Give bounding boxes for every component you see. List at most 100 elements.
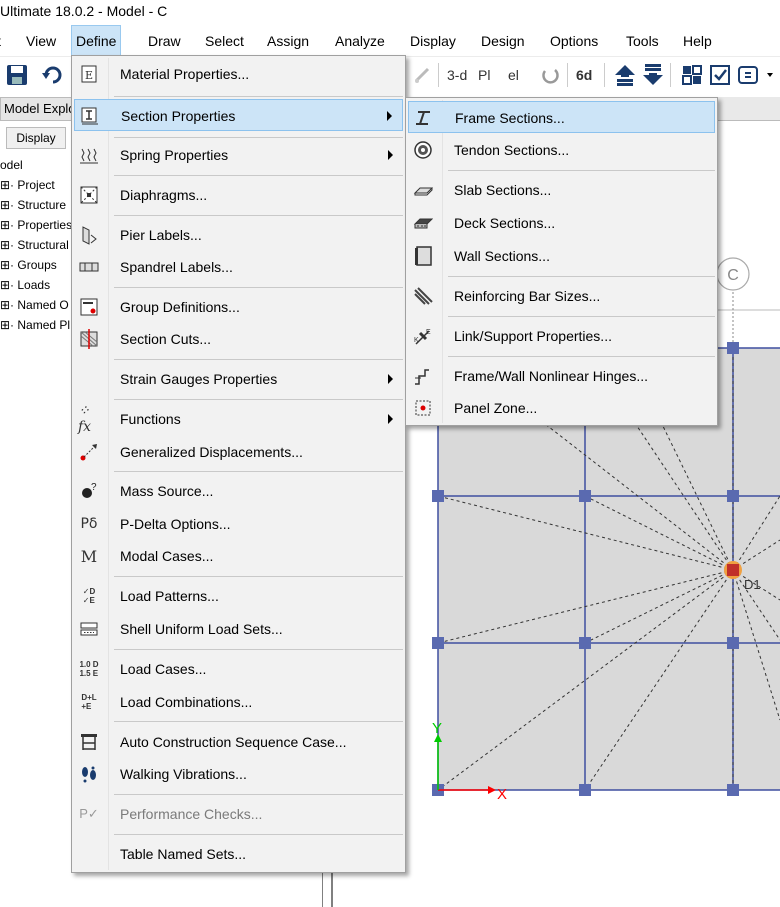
menu-item-spandrel-labels[interactable]: Spandrel Labels... bbox=[74, 251, 403, 283]
svg-text:K: K bbox=[414, 337, 419, 344]
menu-analyze[interactable]: Analyze bbox=[335, 25, 385, 57]
menu-item-generalized-displacements[interactable]: Generalized Displacements... bbox=[74, 436, 403, 468]
menu-item-label: P-Delta Options... bbox=[120, 516, 231, 532]
spandrel-labels-icon bbox=[78, 256, 100, 278]
menu-item-label: Modal Cases... bbox=[120, 548, 214, 564]
pen-icon bbox=[414, 67, 430, 83]
tree-item[interactable]: ⊞· Structural bbox=[0, 235, 72, 255]
submenu-item-label: Tendon Sections... bbox=[454, 142, 570, 158]
rotate-button[interactable] bbox=[540, 63, 560, 87]
menu-item-label: Load Combinations... bbox=[120, 694, 253, 710]
menu-item-label: Performance Checks... bbox=[120, 806, 263, 822]
display-tab[interactable]: Display bbox=[6, 127, 66, 149]
menu-item-auto-construction-sequence[interactable]: Auto Construction Sequence Case... bbox=[74, 726, 403, 758]
menu-item-load-combinations[interactable]: D+L +E Load Combinations... bbox=[74, 686, 403, 718]
checkbox-button[interactable] bbox=[708, 63, 732, 87]
tree-item[interactable]: ⊞· Project bbox=[0, 175, 72, 195]
submenu-item-frame-sections[interactable]: Frame Sections... bbox=[408, 101, 715, 133]
menu-item-modal-cases[interactable]: M Modal Cases... bbox=[74, 540, 403, 572]
model-tree: odel ⊞· Project ⊞· Structure ⊞· Properti… bbox=[0, 155, 72, 335]
menu-item-load-patterns[interactable]: ✓D ✓E Load Patterns... bbox=[74, 580, 403, 612]
menu-item-group-definitions[interactable]: Group Definitions... bbox=[74, 291, 403, 323]
submenu-item-label: Frame Sections... bbox=[455, 110, 565, 126]
menu-draw[interactable]: Draw bbox=[148, 25, 181, 57]
menu-display[interactable]: Display bbox=[410, 25, 456, 57]
material-properties-icon: E bbox=[78, 63, 100, 85]
plan-view-button[interactable]: Pl bbox=[478, 63, 490, 87]
spring-properties-icon bbox=[78, 144, 100, 166]
x-axis-label: X bbox=[497, 786, 507, 803]
walking-vibrations-icon bbox=[78, 763, 100, 785]
tree-item[interactable]: ⊞· Named O bbox=[0, 295, 72, 315]
menu-separator bbox=[114, 175, 403, 176]
submenu-item-link-support-properties[interactable]: EK Link/Support Properties... bbox=[408, 320, 715, 352]
joint-label: D1 bbox=[744, 577, 761, 592]
menu-assign[interactable]: Assign bbox=[267, 25, 309, 57]
menu-item-p-delta[interactable]: Pδ P-Delta Options... bbox=[74, 508, 403, 540]
save-button[interactable] bbox=[4, 63, 30, 87]
undo-button[interactable] bbox=[40, 63, 66, 87]
tree-item[interactable]: ⊞· Structure bbox=[0, 195, 72, 215]
menu-select[interactable]: Select bbox=[205, 25, 244, 57]
menu-item-diaphragms[interactable]: Diaphragms... bbox=[74, 179, 403, 211]
menu-edit[interactable]: t bbox=[0, 25, 1, 57]
menu-item-label: Diaphragms... bbox=[120, 187, 208, 203]
move-up-button[interactable] bbox=[613, 63, 637, 87]
toolbar-separator bbox=[438, 63, 439, 87]
menu-item-shell-uniform-load-sets[interactable]: Shell Uniform Load Sets... bbox=[74, 613, 403, 645]
tree-item[interactable]: ⊞· Groups bbox=[0, 255, 72, 275]
menu-separator bbox=[448, 316, 715, 317]
move-down-button[interactable] bbox=[641, 63, 665, 87]
submenu-item-panel-zone[interactable]: Panel Zone... bbox=[408, 392, 715, 424]
menu-separator bbox=[114, 794, 403, 795]
section-properties-icon bbox=[79, 105, 101, 127]
menu-item-spring-properties[interactable]: Spring Properties bbox=[74, 139, 403, 171]
tree-item[interactable]: ⊞· Named Pl bbox=[0, 315, 72, 335]
menu-item-mass-source[interactable]: ? Mass Source... bbox=[74, 475, 403, 507]
more-button[interactable] bbox=[737, 63, 777, 87]
tree-item[interactable]: ⊞· Properties bbox=[0, 215, 72, 235]
glasses-button[interactable]: 6d bbox=[576, 63, 592, 87]
menu-item-section-cuts[interactable]: Section Cuts... bbox=[74, 323, 403, 355]
tree-item[interactable]: ⊞· Loads bbox=[0, 275, 72, 295]
grid-button[interactable] bbox=[680, 63, 704, 87]
submenu-item-tendon-sections[interactable]: Tendon Sections... bbox=[408, 134, 715, 166]
svg-text:E: E bbox=[85, 69, 93, 82]
menu-tools[interactable]: Tools bbox=[626, 25, 659, 57]
menu-item-table-named-sets[interactable]: Table Named Sets... bbox=[74, 838, 403, 870]
group-definitions-icon bbox=[78, 296, 100, 318]
shell-load-sets-icon bbox=[78, 618, 100, 640]
deck-sections-icon bbox=[412, 212, 434, 234]
submenu-item-deck-sections[interactable]: Deck Sections... bbox=[408, 207, 715, 239]
panel-title: Model Explorer bbox=[0, 97, 72, 121]
menu-item-section-properties[interactable]: Section Properties bbox=[74, 99, 403, 131]
menu-design[interactable]: Design bbox=[481, 25, 525, 57]
submenu-item-reinforcing-bar-sizes[interactable]: Reinforcing Bar Sizes... bbox=[408, 280, 715, 312]
pier-labels-icon bbox=[78, 224, 100, 246]
view-3d-button[interactable]: 3-d bbox=[447, 63, 467, 87]
menu-help[interactable]: Help bbox=[683, 25, 712, 57]
menu-item-load-cases[interactable]: 1.0 D 1.5 E Load Cases... bbox=[74, 653, 403, 685]
submenu-item-label: Reinforcing Bar Sizes... bbox=[454, 288, 601, 304]
save-icon bbox=[7, 65, 27, 85]
pen-button[interactable] bbox=[412, 63, 434, 87]
menu-item-pier-labels[interactable]: Pier Labels... bbox=[74, 219, 403, 251]
menu-item-strain-gauges[interactable]: Strain Gauges Properties bbox=[74, 363, 403, 395]
menu-item-material-properties[interactable]: E Material Properties... bbox=[74, 58, 403, 90]
menu-item-walking-vibrations[interactable]: Walking Vibrations... bbox=[74, 758, 403, 790]
submenu-item-nonlinear-hinges[interactable]: Frame/Wall Nonlinear Hinges... bbox=[408, 360, 715, 392]
menu-define[interactable]: Define bbox=[71, 25, 122, 57]
menu-separator bbox=[448, 356, 715, 357]
elevation-view-button[interactable]: el bbox=[508, 63, 519, 87]
tree-item[interactable]: odel bbox=[0, 155, 72, 175]
submenu-item-wall-sections[interactable]: Wall Sections... bbox=[408, 240, 715, 272]
menu-item-label: Load Cases... bbox=[120, 661, 207, 677]
menu-separator bbox=[448, 170, 715, 171]
menu-item-label: Section Cuts... bbox=[120, 331, 212, 347]
menu-item-functions[interactable]: ⁘fx Functions bbox=[74, 403, 403, 435]
submenu-item-slab-sections[interactable]: Slab Sections... bbox=[408, 174, 715, 206]
submenu-arrow-icon bbox=[388, 150, 393, 160]
menu-view[interactable]: View bbox=[26, 25, 56, 57]
submenu-arrow-icon bbox=[387, 111, 392, 121]
menu-options[interactable]: Options bbox=[550, 25, 598, 57]
